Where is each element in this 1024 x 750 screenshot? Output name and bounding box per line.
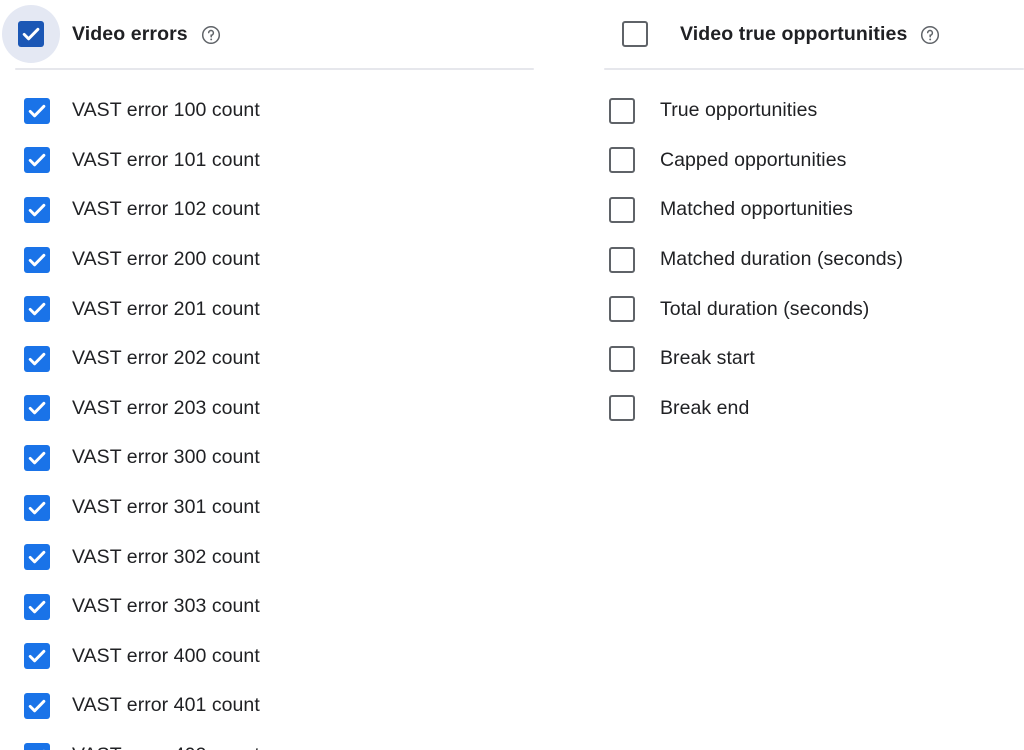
group-header-video-true-opportunities[interactable]: Video true opportunities — [604, 0, 1024, 68]
list-item[interactable]: VAST error 203 count — [0, 384, 540, 434]
list-item[interactable]: VAST error 401 count — [0, 681, 540, 731]
list-item-label: VAST error 202 count — [72, 347, 260, 370]
list-item[interactable]: VAST error 400 count — [0, 632, 540, 682]
list-item[interactable]: Matched duration (seconds) — [604, 235, 1024, 285]
help-circle-icon[interactable] — [201, 25, 221, 45]
list-item-label: VAST error 203 count — [72, 396, 260, 419]
group-header-video-errors[interactable]: Video errors — [0, 0, 540, 68]
list-item-label: VAST error 401 count — [72, 694, 260, 717]
list-item-label: VAST error 302 count — [72, 545, 260, 568]
checkbox-unchecked-icon[interactable] — [609, 345, 635, 372]
list-item[interactable]: VAST error 101 count — [0, 136, 540, 186]
list-item-label: Matched duration (seconds) — [660, 248, 904, 271]
list-item-label: True opportunities — [660, 99, 818, 122]
group-title-video-true-opportunities: Video true opportunities — [680, 22, 908, 45]
metric-selector-panel: Video errors VAST error 100 count VAST e… — [0, 0, 1024, 750]
list-item-label: Total duration (seconds) — [660, 297, 870, 320]
list-item[interactable]: Break end — [604, 384, 1024, 434]
list-item[interactable]: VAST error 300 count — [0, 433, 540, 483]
checkbox-checked-icon[interactable] — [24, 97, 50, 124]
checkbox-checked-icon[interactable] — [24, 692, 50, 719]
list-item[interactable]: Capped opportunities — [604, 136, 1024, 186]
checkbox-checked-icon[interactable] — [24, 246, 50, 273]
list-item[interactable]: Total duration (seconds) — [604, 284, 1024, 334]
checkbox-checked-icon[interactable] — [24, 643, 50, 670]
list-item[interactable]: VAST error 102 count — [0, 185, 540, 235]
checkbox-checked-icon[interactable] — [24, 196, 50, 223]
help-circle-icon[interactable] — [920, 25, 940, 45]
list-item-label: VAST error 102 count — [72, 198, 260, 221]
list-item-label: VAST error 200 count — [72, 248, 260, 271]
list-item-label: VAST error 400 count — [72, 644, 260, 667]
list-item-label: Break end — [660, 396, 750, 419]
list-item[interactable]: VAST error 303 count — [0, 582, 540, 632]
list-item[interactable]: VAST error 100 count — [0, 86, 540, 136]
checkbox-unchecked-icon[interactable] — [609, 196, 635, 223]
list-item[interactable]: Break start — [604, 334, 1024, 384]
checkbox-checked-icon[interactable] — [24, 494, 50, 521]
option-list-video-errors: VAST error 100 count VAST error 101 coun… — [0, 70, 540, 750]
checkbox-unchecked-icon[interactable] — [609, 246, 635, 273]
checkbox-checked-icon[interactable] — [24, 345, 50, 372]
list-item-label: Break start — [660, 347, 755, 370]
column-video-true-opportunities: Video true opportunities True opportunit… — [604, 0, 1024, 433]
list-item-label: VAST error 303 count — [72, 595, 260, 618]
list-item[interactable]: VAST error 200 count — [0, 235, 540, 285]
list-item[interactable]: VAST error 202 count — [0, 334, 540, 384]
group-checkbox-video-errors[interactable] — [0, 3, 62, 65]
list-item[interactable]: VAST error 201 count — [0, 284, 540, 334]
checkbox-checked-icon[interactable] — [24, 742, 50, 750]
checkbox-checked-icon[interactable] — [24, 593, 50, 620]
list-item[interactable]: VAST error 402 count — [0, 731, 540, 750]
list-item-label: VAST error 402 count — [72, 744, 260, 750]
checkbox-checked-icon[interactable] — [24, 444, 50, 471]
column-video-errors: Video errors VAST error 100 count VAST e… — [0, 0, 540, 750]
list-item-label: VAST error 300 count — [72, 446, 260, 469]
checkbox-unchecked-icon[interactable] — [609, 296, 635, 323]
option-list-video-true-opportunities: True opportunities Capped opportunities … — [604, 70, 1024, 433]
checkbox-unchecked-icon[interactable] — [609, 147, 635, 174]
checkbox-checked-icon[interactable] — [24, 147, 50, 174]
group-checkbox-video-true-opportunities[interactable] — [604, 3, 666, 65]
list-item[interactable]: VAST error 302 count — [0, 532, 540, 582]
group-title-video-errors: Video errors — [72, 22, 188, 45]
list-item-label: VAST error 100 count — [72, 99, 260, 122]
list-item-label: Matched opportunities — [660, 198, 853, 221]
checkbox-unchecked-icon[interactable] — [609, 97, 635, 124]
checkbox-checked-icon[interactable] — [24, 296, 50, 323]
checkbox-checked-icon[interactable] — [24, 395, 50, 422]
list-item-label: VAST error 301 count — [72, 496, 260, 519]
checkbox-unchecked-icon[interactable] — [609, 395, 635, 422]
list-item-label: VAST error 101 count — [72, 148, 260, 171]
list-item[interactable]: VAST error 301 count — [0, 483, 540, 533]
checkbox-unchecked-icon — [622, 21, 648, 47]
checkbox-checked-icon — [18, 21, 44, 47]
list-item-label: VAST error 201 count — [72, 297, 260, 320]
checkbox-checked-icon[interactable] — [24, 544, 50, 571]
list-item[interactable]: True opportunities — [604, 86, 1024, 136]
list-item-label: Capped opportunities — [660, 148, 847, 171]
list-item[interactable]: Matched opportunities — [604, 185, 1024, 235]
